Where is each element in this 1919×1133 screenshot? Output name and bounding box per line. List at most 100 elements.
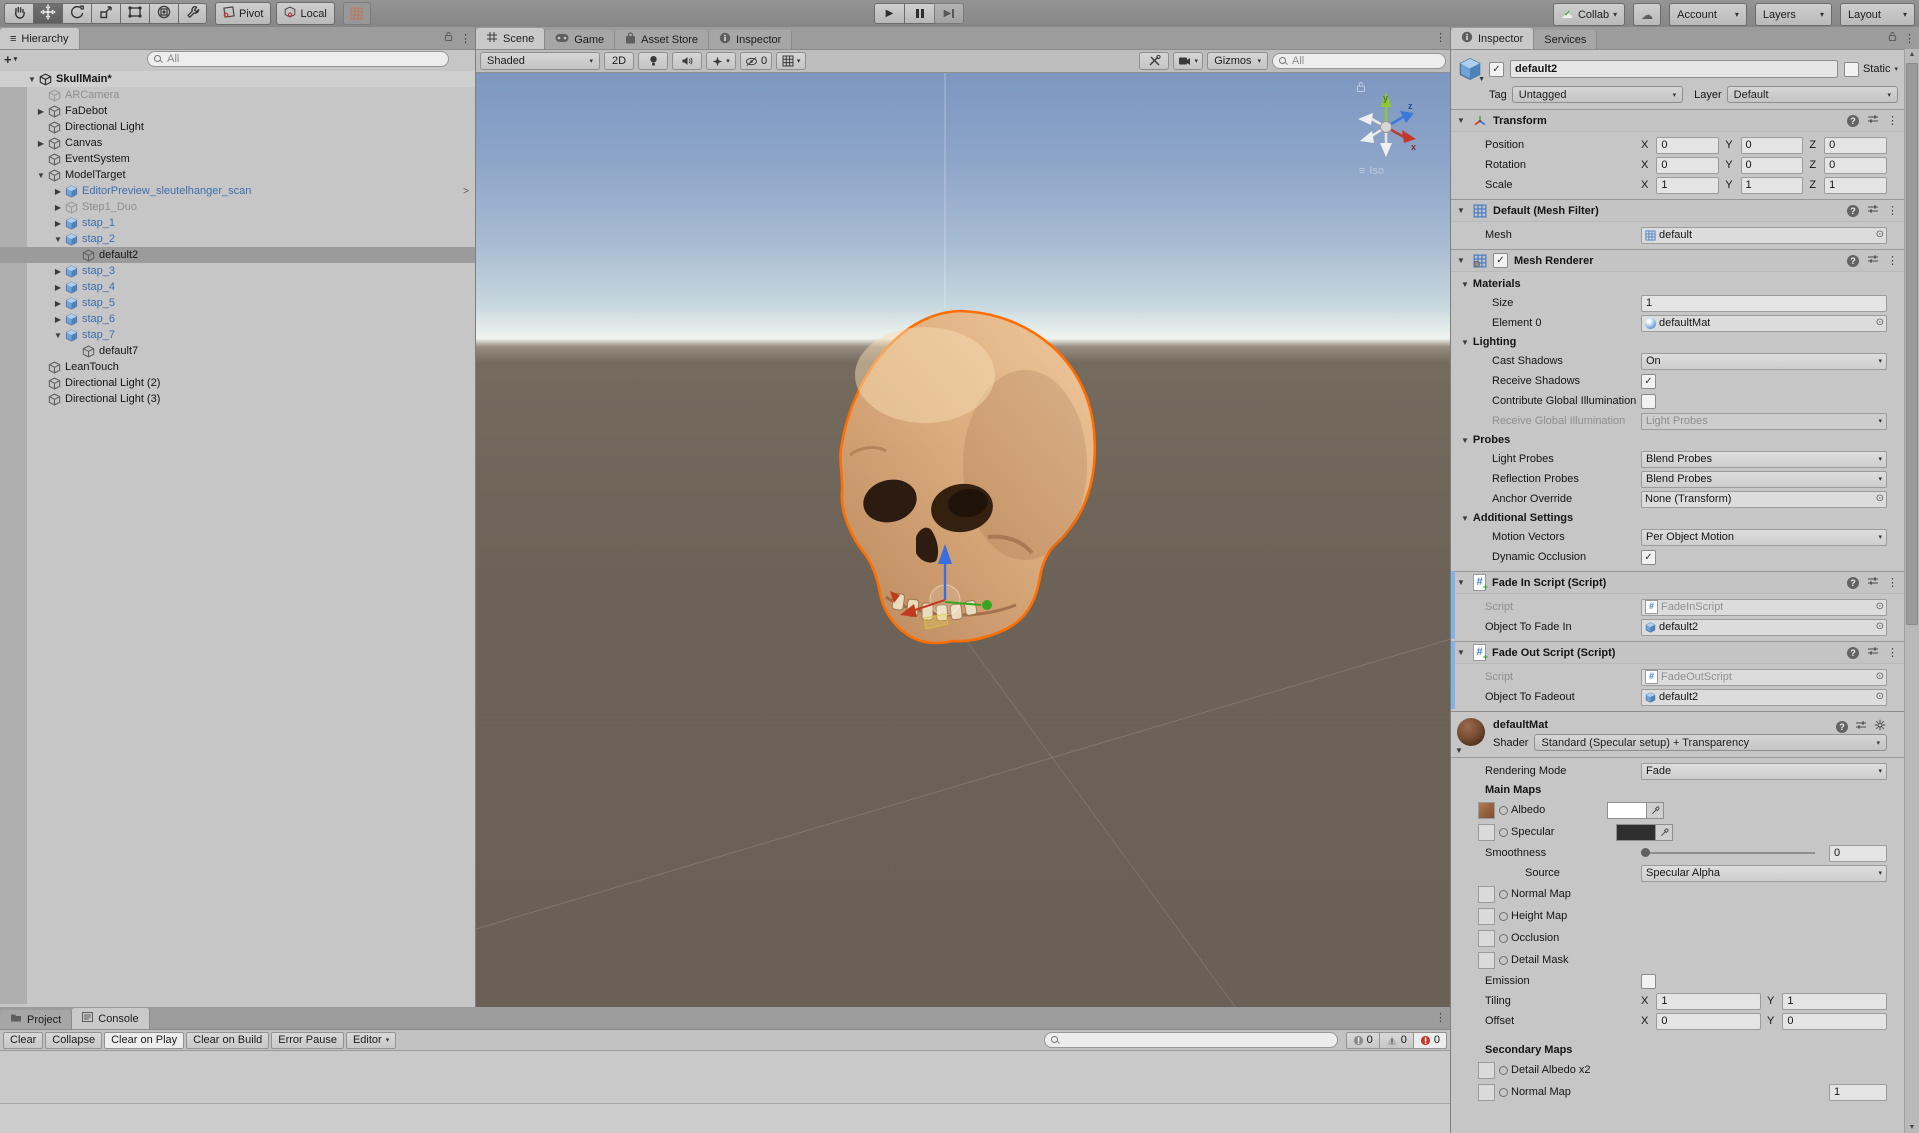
collab-dropdown[interactable]: ☁ ✓ Collab ▾ <box>1552 3 1626 26</box>
hierarchy-item-modeltarget[interactable]: ▼ ModelTarget <box>0 167 475 183</box>
tab-asset-store[interactable]: Asset Store <box>615 30 710 49</box>
scrollbar-thumb[interactable] <box>1906 63 1918 625</box>
clear-on-build-button[interactable]: Clear on Build <box>186 1031 270 1049</box>
object-to-fadeout-object-field[interactable]: default2 ⊙ <box>1641 688 1887 706</box>
position-z-field[interactable]: 0 <box>1824 136 1887 154</box>
expand-right-icon[interactable]: ▶ <box>52 203 64 212</box>
emission-checkbox[interactable] <box>1641 973 1656 989</box>
layers-dropdown[interactable]: Layers ▾ <box>1754 3 1832 26</box>
texture-target-icon[interactable] <box>1499 827 1508 837</box>
slider-knob[interactable] <box>1641 848 1650 857</box>
rendering-mode-dropdown[interactable]: Fade ▾ <box>1641 762 1887 780</box>
shading-mode-dropdown[interactable]: Shaded ▾ <box>480 52 600 70</box>
tab-inspector[interactable]: Inspector <box>709 30 793 49</box>
hierarchy-item-eventsystem[interactable]: EventSystem <box>0 151 475 167</box>
console-log-list[interactable] <box>0 1051 1450 1104</box>
hierarchy-item-stap-1[interactable]: ▶ stap_1 <box>0 215 475 231</box>
tab-scene[interactable]: Scene <box>476 28 546 49</box>
scale-tool-button[interactable] <box>91 3 120 24</box>
panel-menu-icon[interactable]: ⋮ <box>1904 32 1915 45</box>
expand-down-icon[interactable]: ▼ <box>1457 648 1467 657</box>
expand-right-icon[interactable]: ▶ <box>52 299 64 308</box>
cloud-services-button[interactable]: ☁ <box>1633 3 1662 26</box>
preset-icon[interactable] <box>1867 253 1879 268</box>
expand-down-icon[interactable]: ▼ <box>1457 206 1467 215</box>
offset-x-field[interactable]: 0 <box>1656 1012 1761 1030</box>
help-icon[interactable]: ? <box>1847 204 1859 217</box>
pivot-toggle-button[interactable]: Pivot <box>215 2 272 25</box>
component-enabled-checkbox[interactable]: ✓ <box>1493 253 1508 268</box>
eyedropper-icon[interactable] <box>1656 823 1674 841</box>
2d-toggle-button[interactable]: 2D <box>604 52 634 70</box>
smoothness-slider[interactable] <box>1641 848 1815 857</box>
motion-vectors-dropdown[interactable]: Per Object Motion ▾ <box>1641 528 1887 546</box>
tiling-x-field[interactable]: 1 <box>1656 992 1761 1010</box>
component-header-fade-out-script-script[interactable]: ▼#Fade Out Script (Script)?⋮ <box>1451 641 1904 664</box>
color-swatch[interactable] <box>1607 801 1648 819</box>
preset-icon[interactable] <box>1867 203 1879 218</box>
shader-dropdown[interactable]: Standard (Specular setup) + Transparency… <box>1534 734 1887 751</box>
hierarchy-search-input[interactable]: All <box>147 51 450 67</box>
rotation-x-field[interactable]: 0 <box>1656 156 1720 174</box>
help-icon[interactable]: ? <box>1847 254 1859 267</box>
preset-icon[interactable] <box>1867 575 1879 590</box>
static-checkbox[interactable] <box>1843 61 1859 77</box>
tag-dropdown[interactable]: Untagged ▾ <box>1511 86 1684 103</box>
tab-services[interactable]: Services <box>1534 30 1598 49</box>
scroll-down-icon[interactable]: ▼ <box>1905 1124 1919 1131</box>
dynamic-occlusion-checkbox[interactable]: ✓ <box>1641 549 1656 565</box>
component-header-fade-in-script-script[interactable]: ▼#Fade In Script (Script)?⋮ <box>1451 571 1904 594</box>
help-icon[interactable]: ? <box>1836 720 1848 733</box>
texture-slot[interactable] <box>1478 1061 1495 1079</box>
tiling-y-field[interactable]: 1 <box>1782 992 1887 1010</box>
receive-shadows-checkbox[interactable]: ✓ <box>1641 373 1656 389</box>
help-icon[interactable]: ? <box>1847 114 1859 127</box>
help-icon[interactable]: ? <box>1847 576 1859 589</box>
offset-y-field[interactable]: 0 <box>1782 1012 1887 1030</box>
albedo-texture-thumb[interactable] <box>1478 801 1495 819</box>
hierarchy-item-stap-3[interactable]: ▶ stap_3 <box>0 263 475 279</box>
scene-viewport[interactable]: y z x ≡ Iso <box>476 73 1450 1008</box>
texture-slot[interactable] <box>1478 929 1495 947</box>
hierarchy-item-directional-light-3[interactable]: Directional Light (3) <box>0 391 475 407</box>
clear-button[interactable]: Clear <box>3 1031 44 1049</box>
component-menu-icon[interactable]: ⋮ <box>1887 646 1898 659</box>
preset-icon[interactable] <box>1855 719 1867 734</box>
error-count-toggle[interactable]: 0 <box>1413 1031 1447 1049</box>
gizmo-lock-icon[interactable] <box>1356 81 1366 96</box>
preset-icon[interactable] <box>1867 113 1879 128</box>
hierarchy-item-stap-5[interactable]: ▶ stap_5 <box>0 295 475 311</box>
scale-z-field[interactable]: 1 <box>1824 176 1887 194</box>
lock-icon[interactable] <box>444 31 453 45</box>
component-menu-icon[interactable]: ⋮ <box>1887 576 1898 589</box>
step-button[interactable]: ▶ <box>934 3 964 24</box>
expand-down-icon[interactable]: ▼ <box>1457 578 1467 587</box>
preset-icon[interactable] <box>1867 645 1879 660</box>
prefab-cube-icon[interactable]: ▼ <box>1457 57 1485 83</box>
custom-tools-button[interactable] <box>178 3 207 24</box>
panel-menu-icon[interactable]: ⋮ <box>460 32 471 45</box>
hierarchy-item-skullmain[interactable]: ▼ SkullMain* <box>0 71 475 87</box>
object-picker-icon[interactable]: ⊙ <box>1876 692 1884 702</box>
error-pause-button[interactable]: Error Pause <box>271 1031 344 1049</box>
hierarchy-item-stap-4[interactable]: ▶ stap_4 <box>0 279 475 295</box>
texture-slot[interactable] <box>1478 951 1495 969</box>
texture-slot[interactable] <box>1478 907 1495 925</box>
expand-down-icon[interactable]: ▼ <box>52 331 64 340</box>
gear-icon[interactable] <box>1874 719 1886 734</box>
object-picker-icon[interactable]: ⊙ <box>1876 672 1884 682</box>
inspector-scrollbar[interactable]: ▲ ▼ <box>1904 49 1919 1133</box>
hierarchy-item-directional-light[interactable]: Directional Light <box>0 119 475 135</box>
tab-console[interactable]: Console <box>72 1008 150 1029</box>
account-dropdown[interactable]: Account ▾ <box>1669 3 1747 26</box>
component-header-default-mesh-filter[interactable]: ▼ Default (Mesh Filter)? ⋮ <box>1451 199 1904 222</box>
projection-mode-label[interactable]: ≡ Iso <box>1359 165 1384 177</box>
expand-right-icon[interactable]: ▶ <box>52 315 64 324</box>
hidden-objects-button[interactable]: 0 <box>740 52 773 70</box>
gizmos-dropdown[interactable]: Gizmos ▾ <box>1207 52 1268 70</box>
object-picker-icon[interactable]: ⊙ <box>1876 230 1884 240</box>
object-picker-icon[interactable]: ⊙ <box>1876 622 1884 632</box>
texture-target-icon[interactable] <box>1499 955 1508 965</box>
rotate-tool-button[interactable] <box>62 3 91 24</box>
tab-project[interactable]: Project <box>0 1010 73 1029</box>
